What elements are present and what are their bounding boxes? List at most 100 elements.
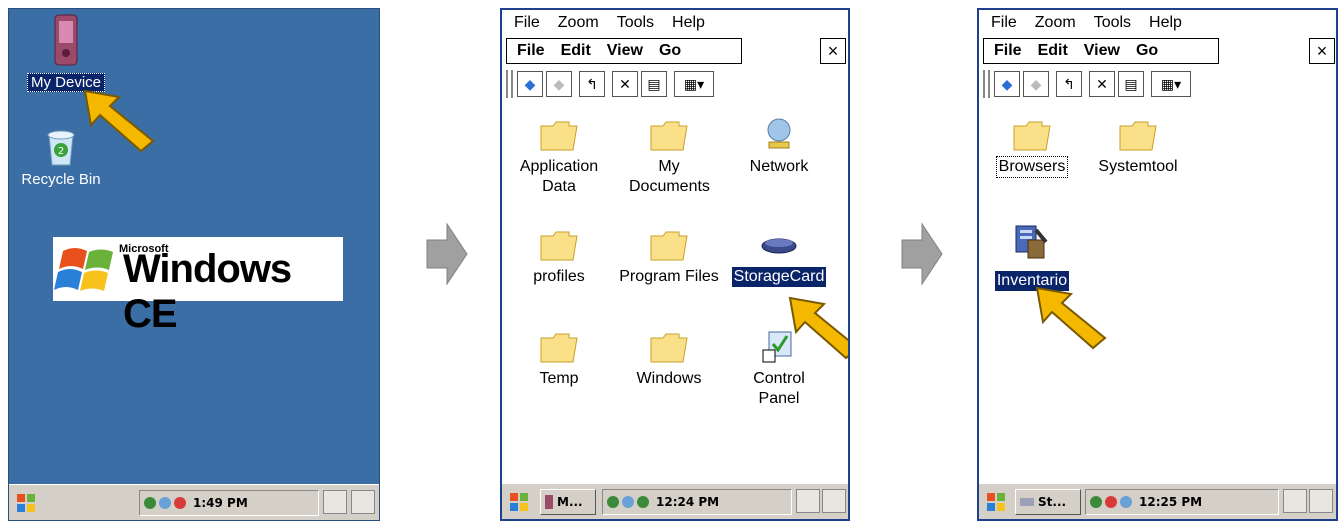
folder-item[interactable]: Temp <box>504 330 614 389</box>
menu-tools[interactable]: Tools <box>617 14 654 32</box>
menu-file[interactable]: File <box>994 42 1022 60</box>
menu-view[interactable]: View <box>1084 42 1120 60</box>
folder-label: Program Files <box>619 268 719 285</box>
taskbar: M... 12:24 PM <box>502 483 848 519</box>
sync-status-icon[interactable] <box>637 495 649 508</box>
menu-edit[interactable]: Edit <box>561 42 591 60</box>
start-button-icon[interactable] <box>15 492 37 514</box>
show-desktop-button[interactable] <box>822 489 846 513</box>
flow-arrow-icon <box>901 222 943 286</box>
taskbar: 1:49 PM <box>9 484 379 520</box>
folder-item[interactable]: Application Data <box>504 118 614 197</box>
recycle-bin-icon: 2 <box>47 130 75 166</box>
desktop-screen: My Device 2 Recycle Bin Microsoft Window… <box>8 8 380 521</box>
taskbar-window-button[interactable]: St... <box>1015 489 1081 515</box>
storage-card-icon <box>1020 498 1034 506</box>
taskbar-window-button[interactable]: M... <box>540 489 596 515</box>
folder-icon <box>650 121 688 151</box>
folder-item[interactable]: Windows <box>614 330 724 389</box>
power-status-icon[interactable] <box>174 496 186 509</box>
up-folder-icon[interactable]: ↰ <box>1056 71 1082 97</box>
menu-edit[interactable]: Edit <box>1038 42 1068 60</box>
folder-label: Temp <box>539 370 579 387</box>
network-status-icon[interactable] <box>607 495 619 508</box>
delete-icon[interactable]: ✕ <box>1089 71 1115 97</box>
menu-zoom[interactable]: Zoom <box>1035 14 1076 32</box>
program-setup-icon <box>1015 225 1048 259</box>
show-desktop-button[interactable] <box>1309 489 1333 513</box>
clock[interactable]: 12:24 PM <box>656 495 719 509</box>
input-panel-button[interactable] <box>323 490 347 514</box>
pointer-arrow-icon <box>83 89 155 153</box>
storage-card-item[interactable]: StorageCard <box>724 232 834 287</box>
folder-icon <box>540 121 578 151</box>
inventario-program-item[interactable]: Inventario <box>979 222 1087 291</box>
back-icon[interactable]: ◆ <box>994 71 1020 97</box>
explorer-menubar: File Edit View Go <box>506 38 742 64</box>
folder-item[interactable]: profiles <box>504 228 614 287</box>
folder-label: My Documents <box>629 158 710 195</box>
pointer-arrow-icon <box>1035 286 1107 350</box>
menu-go[interactable]: Go <box>659 42 681 60</box>
up-folder-icon[interactable]: ↰ <box>579 71 605 97</box>
back-icon[interactable]: ◆ <box>517 71 543 97</box>
folder-label: profiles <box>533 268 585 285</box>
input-panel-button[interactable] <box>796 489 820 513</box>
network-status-icon[interactable] <box>1090 495 1102 508</box>
view-menu-icon[interactable]: ▦▾ <box>1151 71 1191 97</box>
toolbar-grip[interactable] <box>983 70 990 98</box>
system-tray: 12:24 PM <box>602 488 792 515</box>
pda-icon <box>545 495 553 509</box>
app-menubar: File Zoom Tools Help <box>979 12 1336 34</box>
svg-text:2: 2 <box>58 146 64 157</box>
view-menu-icon[interactable]: ▦▾ <box>674 71 714 97</box>
menu-help[interactable]: Help <box>1149 14 1182 32</box>
menu-view[interactable]: View <box>607 42 643 60</box>
pointer-arrow-icon <box>788 296 848 360</box>
taskbar: St... 12:25 PM <box>979 483 1336 519</box>
menu-tools[interactable]: Tools <box>1094 14 1131 32</box>
windows-ce-logo: Microsoft Windows CE <box>53 237 343 336</box>
folder-label: Windows <box>636 370 702 387</box>
menu-go[interactable]: Go <box>1136 42 1158 60</box>
menu-help[interactable]: Help <box>672 14 705 32</box>
explorer-window-storage-card: File Zoom Tools Help File Edit View Go ×… <box>977 8 1338 521</box>
show-desktop-button[interactable] <box>351 490 375 514</box>
clock[interactable]: 1:49 PM <box>193 496 248 510</box>
folder-item[interactable]: Systemtool <box>1083 118 1193 177</box>
storage-card-icon <box>761 238 797 254</box>
properties-icon[interactable]: ▤ <box>641 71 667 97</box>
menu-zoom[interactable]: Zoom <box>558 14 599 32</box>
close-button[interactable]: × <box>1309 38 1335 64</box>
clock[interactable]: 12:25 PM <box>1139 495 1202 509</box>
forward-icon[interactable]: ◆ <box>1023 71 1049 97</box>
start-button-icon[interactable] <box>508 491 530 513</box>
menu-file[interactable]: File <box>517 42 545 60</box>
folder-icon <box>650 231 688 261</box>
forward-icon[interactable]: ◆ <box>546 71 572 97</box>
system-tray: 12:25 PM <box>1085 488 1279 515</box>
power-status-icon[interactable] <box>1105 495 1117 508</box>
folder-label: Browsers <box>995 156 1069 178</box>
menu-file[interactable]: File <box>991 14 1017 32</box>
start-button-icon[interactable] <box>985 491 1007 513</box>
properties-icon[interactable]: ▤ <box>1118 71 1144 97</box>
pda-icon <box>54 14 78 66</box>
folder-item[interactable]: Browsers <box>979 118 1087 178</box>
folder-icon <box>650 333 688 363</box>
network-item[interactable]: Network <box>724 116 834 177</box>
my-device-shortcut[interactable]: My Device <box>21 13 111 92</box>
connection-icon[interactable] <box>159 496 171 509</box>
network-status-icon[interactable] <box>144 496 156 509</box>
menu-file[interactable]: File <box>514 14 540 32</box>
close-button[interactable]: × <box>820 38 846 64</box>
folder-item[interactable]: My Documents <box>614 118 724 197</box>
toolbar-grip[interactable] <box>506 70 513 98</box>
connection-icon[interactable] <box>1120 495 1132 508</box>
toolbar: ◆ ◆ ↰ ✕ ▤ ▦▾ <box>983 68 1194 100</box>
input-panel-button[interactable] <box>1283 489 1307 513</box>
connection-icon[interactable] <box>622 495 634 508</box>
folder-item[interactable]: Program Files <box>614 228 724 287</box>
delete-icon[interactable]: ✕ <box>612 71 638 97</box>
network-label: Network <box>749 158 809 175</box>
